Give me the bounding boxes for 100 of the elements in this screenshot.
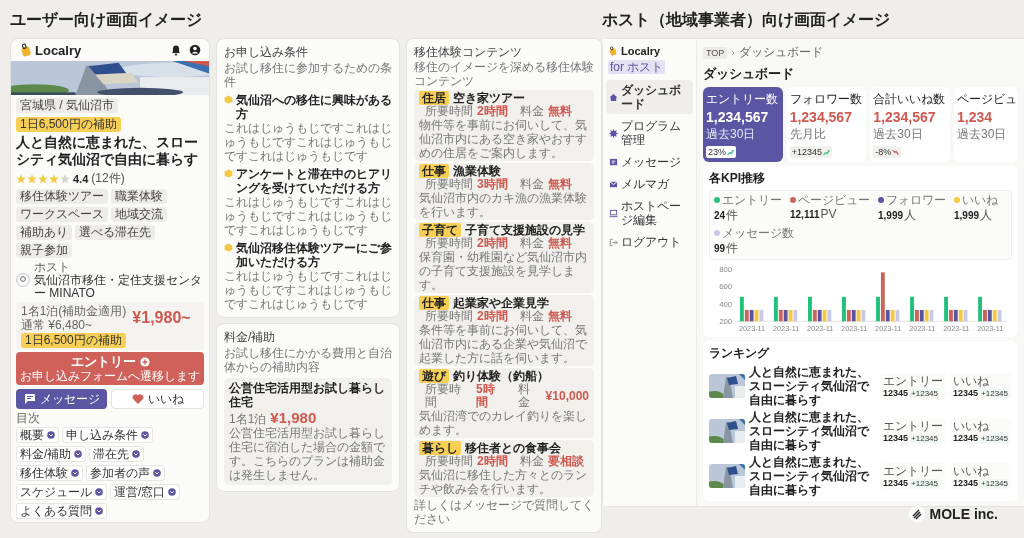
host-name[interactable]: 気仙沼市移住・定住支援センター MINATO bbox=[34, 274, 204, 300]
stat-label: いいね bbox=[953, 419, 991, 433]
legend-value: 24 bbox=[714, 210, 726, 221]
tag-chip[interactable]: 職業体験 bbox=[111, 189, 167, 204]
meta-label: 所要時間 bbox=[425, 455, 473, 468]
message-button[interactable]: メッセージ bbox=[16, 389, 107, 409]
plan-description: 公営住宅活用型お試し暮らし住宅に宿泊した場合の金額です。こちらのプランは補助金は発生しません。 bbox=[229, 426, 386, 482]
toc-link[interactable]: 滞在先 bbox=[89, 446, 145, 462]
meta-label: 料金 bbox=[519, 310, 544, 323]
category-tag: 住居 bbox=[419, 91, 449, 105]
experience-card[interactable]: 暮らし 移住者との食事会 所要時間 2時間 料金 要相談 気仙沼に移住した方々とのランチや飲み会を行います。 bbox=[414, 440, 594, 497]
tag-chip[interactable]: 補助あり bbox=[16, 225, 72, 240]
axis-tick-label: 600 bbox=[719, 282, 733, 292]
price: ¥1,980~ bbox=[132, 309, 191, 327]
kpi-label: 合計いいね数 bbox=[873, 91, 947, 108]
fee: 無料 bbox=[547, 237, 572, 250]
trend-down-icon bbox=[892, 148, 900, 156]
kpi-label: フォロワー数 bbox=[789, 91, 863, 108]
legend-label: いいね bbox=[962, 193, 998, 207]
legend-unit: PV bbox=[820, 207, 837, 221]
tag-chip[interactable]: 選べる滞在先 bbox=[75, 225, 155, 240]
nav-item[interactable]: ホストページ編集 bbox=[606, 196, 693, 230]
app-logo: Localry bbox=[35, 42, 82, 58]
kpi-label: ページビュ bbox=[957, 91, 1015, 108]
kpi-card[interactable]: ページビュ 1,234 過去30日 bbox=[954, 87, 1018, 162]
breadcrumb-link[interactable]: TOP bbox=[703, 46, 728, 59]
star-filled-icon bbox=[16, 173, 26, 184]
fee: ¥10,000 bbox=[545, 389, 589, 403]
experience-title: 子育て支援施設の見学 bbox=[465, 223, 585, 237]
meta-label: 所要時間 bbox=[425, 105, 473, 118]
regular-price: 通常 ¥6,480~ bbox=[21, 318, 94, 332]
suitcase-icon bbox=[608, 46, 618, 56]
kpi-card[interactable]: 合計いいね数 1,234,567 過去30日 -8% bbox=[870, 87, 950, 162]
tag-chip[interactable]: 親子参加 bbox=[16, 243, 72, 258]
fee: 無料 bbox=[547, 105, 572, 118]
note-text: 詳しくはメッセージで質問してください bbox=[414, 498, 594, 526]
location-tag: 宮城県 / 気仙沼市 bbox=[16, 98, 118, 113]
kpi-caption: 過去30日 bbox=[873, 126, 923, 143]
account-icon[interactable] bbox=[189, 44, 201, 56]
toc-link[interactable]: 申し込み条件 bbox=[62, 427, 153, 443]
star-empty-icon bbox=[60, 173, 70, 184]
category-tag: 遊び bbox=[419, 369, 449, 383]
nav-item[interactable]: メルマガ bbox=[606, 174, 693, 194]
nav-item[interactable]: ログアウト bbox=[606, 232, 693, 252]
host-label: ホスト bbox=[34, 260, 71, 274]
toc-title: 目次 bbox=[16, 411, 41, 425]
arrow-down-icon bbox=[95, 488, 103, 496]
like-button[interactable]: いいね bbox=[111, 389, 204, 409]
experience-card[interactable]: 子育て 子育て支援施設の見学 所要時間 2時間 料金 無料 保育園・幼稚園など気仙沼市内の子育て支援施設を見学します。 bbox=[414, 222, 594, 293]
experience-card[interactable]: 遊び 釣り体験（釣船） 所要時間 5時間 料金 ¥10,000 気仙沼湾でのカレイ釣りを楽しめます。 bbox=[414, 368, 594, 438]
card-title: お申し込み条件 bbox=[224, 45, 309, 59]
subsidy-badge: 1日6,500円の補助 bbox=[21, 333, 126, 348]
ranking-title[interactable]: 人と自然に恵まれた、スローシティ気仙沼で自由に暮らす bbox=[749, 455, 877, 497]
legend-unit: 件 bbox=[726, 240, 739, 257]
tag-chip[interactable]: ワークスペース bbox=[16, 207, 108, 222]
nav-item[interactable]: プログラム管理 bbox=[606, 116, 693, 150]
experience-card[interactable]: 仕事 起業家や企業見学 所要時間 2時間 料金 無料 条件等を事前にお伺いして、気仙沼市内にある企業や気仙沼で起業した方に話を伺います。 bbox=[414, 295, 594, 366]
meta-label: 料金 bbox=[519, 178, 544, 191]
entry-button[interactable]: エントリー お申し込みフォームへ遷移します bbox=[16, 352, 204, 385]
condition-title: 気仙沼への移住に興味がある方 bbox=[236, 93, 392, 121]
toc-link[interactable]: スケジュール bbox=[16, 484, 107, 500]
toc-link[interactable]: 料金/補助 bbox=[16, 446, 87, 462]
duration: 3時間 bbox=[477, 178, 508, 191]
ranking-title[interactable]: 人と自然に恵まれた、スローシティ気仙沼で自由に暮らす bbox=[749, 365, 877, 407]
rating-score: 4.4 bbox=[73, 172, 89, 185]
nav-item[interactable]: ダッシュボード bbox=[606, 80, 693, 114]
kpi-card[interactable]: エントリー数 1,234,567 過去30日 23% bbox=[703, 87, 783, 162]
panel-title: ランキング bbox=[709, 345, 771, 362]
toc-link[interactable]: 移住体験 bbox=[16, 465, 83, 481]
kpi-card[interactable]: フォロワー数 1,234,567 先月比 +12345 bbox=[786, 87, 867, 162]
meta-label: 所要時間 bbox=[425, 178, 473, 191]
bullet-icon bbox=[224, 169, 233, 178]
legend-value: 1,999 bbox=[878, 210, 904, 221]
stat-label: いいね bbox=[953, 374, 991, 388]
experience-description: 保育園・幼稚園など気仙沼市内の子育て支援施設を見学します。 bbox=[419, 250, 588, 292]
experience-card[interactable]: 仕事 漁業体験 所要時間 3時間 料金 無料 気仙沼市内のカキ漁の漁業体験を行います。 bbox=[414, 163, 594, 220]
legend-value: 12,111 bbox=[790, 209, 820, 220]
nav-item[interactable]: メッセージ bbox=[606, 152, 693, 172]
tag-chip[interactable]: 地域交流 bbox=[111, 207, 167, 222]
kpi-value: 1,234,567 bbox=[873, 109, 937, 125]
toc-link[interactable]: よくある質問 bbox=[16, 503, 107, 519]
experience-description: 気仙沼に移住した方々とのランチや飲み会を行います。 bbox=[419, 468, 588, 496]
card-title: 移住体験コンテンツ bbox=[414, 45, 523, 59]
toc-link[interactable]: 概要 bbox=[16, 427, 59, 443]
toc-link[interactable]: 参加者の声 bbox=[86, 465, 165, 481]
meta-label: 料金 bbox=[518, 383, 532, 409]
suitcase-icon bbox=[19, 43, 33, 57]
plan-title: 公営住宅活用型お試し暮らし住宅 bbox=[229, 381, 386, 409]
tag-chip[interactable]: 移住体験ツアー bbox=[16, 189, 108, 204]
ranking-title[interactable]: 人と自然に恵まれた、スローシティ気仙沼で自由に暮らす bbox=[749, 410, 877, 452]
gear-icon bbox=[609, 128, 618, 138]
bell-icon[interactable] bbox=[170, 44, 182, 56]
condition-description: これはじゅうもじですこれはじゅうもじですこれはじゅうもじですこれはじゅうもじです bbox=[224, 269, 392, 311]
legend-unit: 人 bbox=[980, 207, 993, 224]
toc-link[interactable]: 運営/窓口 bbox=[110, 484, 181, 500]
experience-card[interactable]: 住居 空き家ツアー 所要時間 2時間 料金 無料 物件等を事前にお伺いして、気仙沼市内にある空き家やおすすめの住居をご案内します。 bbox=[414, 90, 594, 161]
kpi-label: エントリー数 bbox=[706, 91, 779, 108]
kpi-value: 1,234 bbox=[957, 109, 994, 125]
bullet-icon bbox=[224, 243, 233, 252]
stat-value: 12345 bbox=[883, 388, 909, 398]
